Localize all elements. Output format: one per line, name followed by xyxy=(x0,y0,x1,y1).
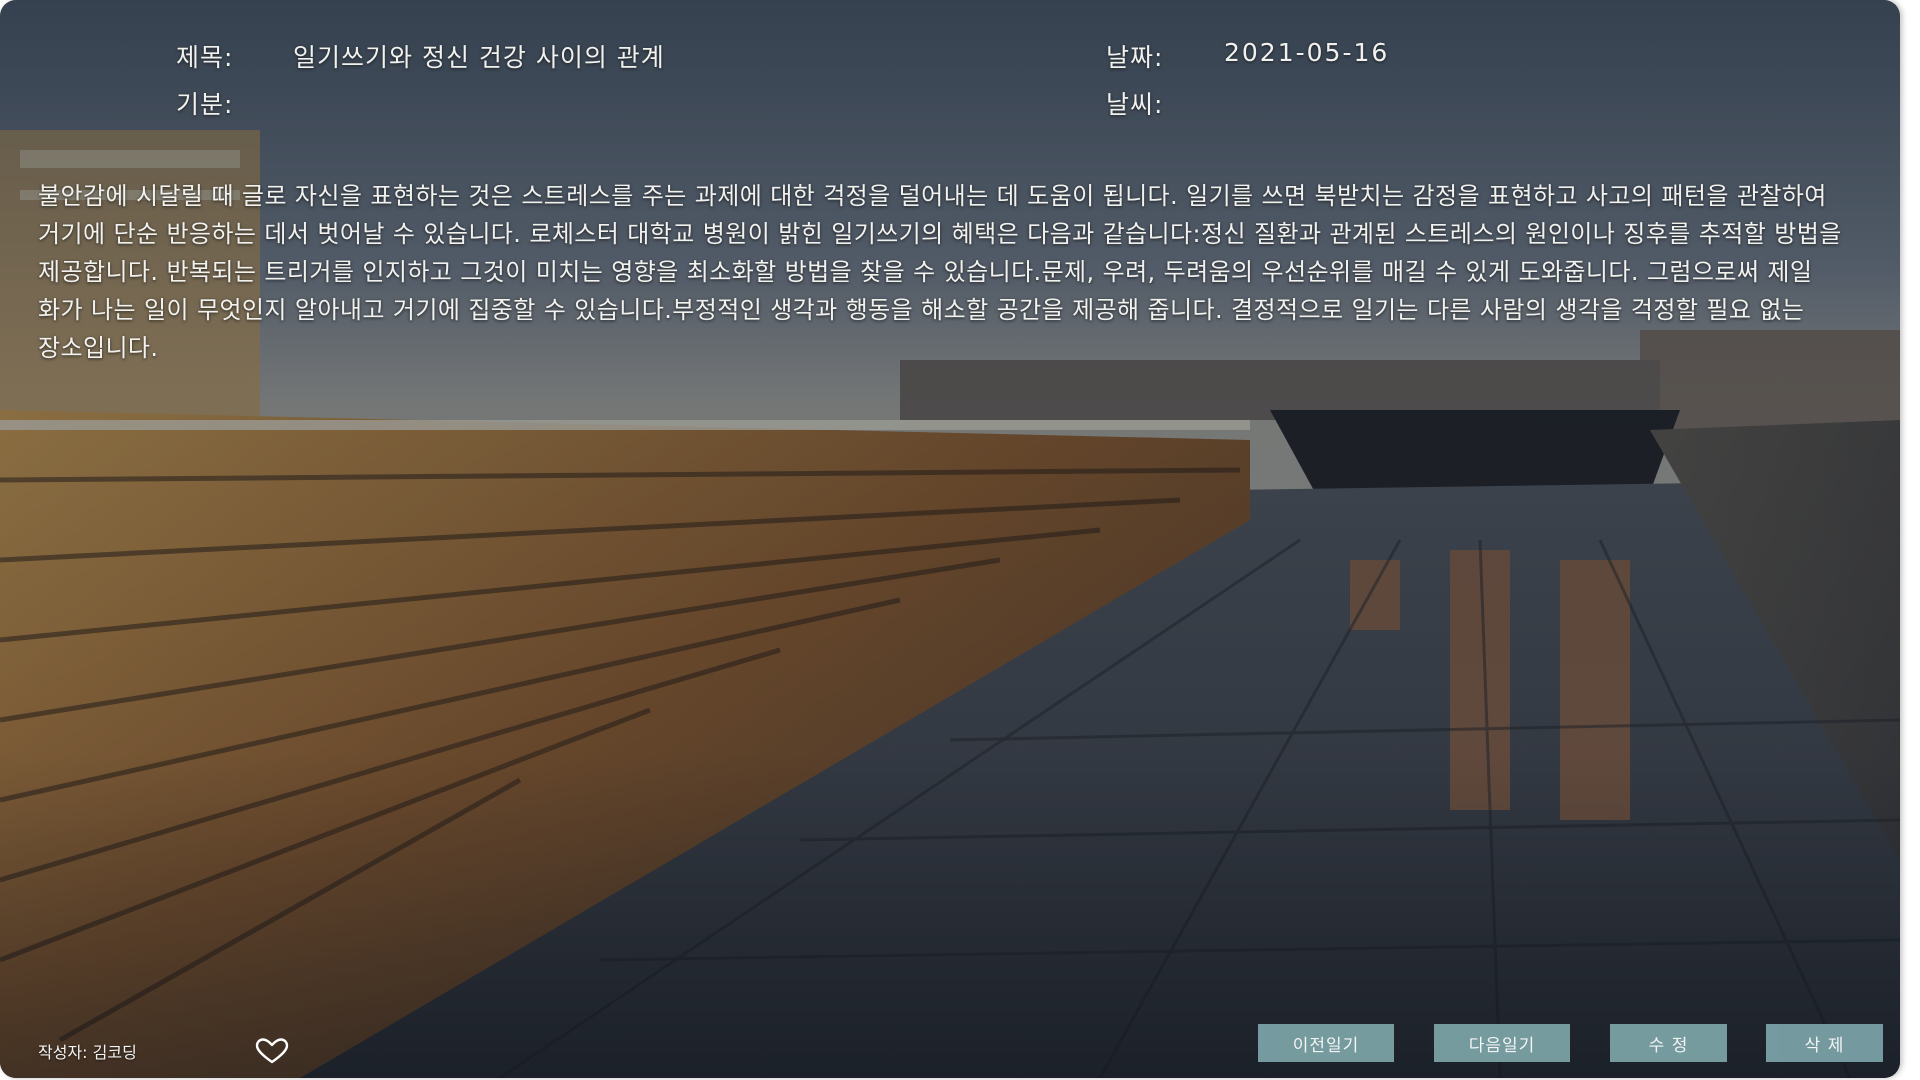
mood-label: 기분: xyxy=(176,90,234,119)
diary-body: 불안감에 시달릴 때 글로 자신을 표현하는 것은 스트레스를 주는 과제에 대… xyxy=(38,182,1842,362)
date-label: 날짜: xyxy=(1106,43,1164,72)
diary-content: 제목: 일기쓰기와 정신 건강 사이의 관계 날짜: 2021-05-16 기분… xyxy=(0,0,1900,1078)
delete-button[interactable]: 삭 제 xyxy=(1766,1024,1883,1062)
title-value: 일기쓰기와 정신 건강 사이의 관계 xyxy=(293,43,665,72)
author-label: 작성자: 김코딩 xyxy=(38,1043,137,1062)
edit-button[interactable]: 수 정 xyxy=(1610,1024,1727,1062)
prev-diary-button[interactable]: 이전일기 xyxy=(1258,1024,1394,1062)
date-value: 2021-05-16 xyxy=(1224,38,1390,67)
title-label: 제목: xyxy=(176,43,234,72)
author-text: 작성자: 김코딩 xyxy=(38,1039,137,1063)
diary-card: 제목: 일기쓰기와 정신 건강 사이의 관계 날짜: 2021-05-16 기분… xyxy=(0,0,1900,1078)
next-diary-button[interactable]: 다음일기 xyxy=(1434,1024,1570,1062)
heart-outline-icon[interactable] xyxy=(254,1037,290,1065)
weather-label: 날씨: xyxy=(1106,90,1164,119)
